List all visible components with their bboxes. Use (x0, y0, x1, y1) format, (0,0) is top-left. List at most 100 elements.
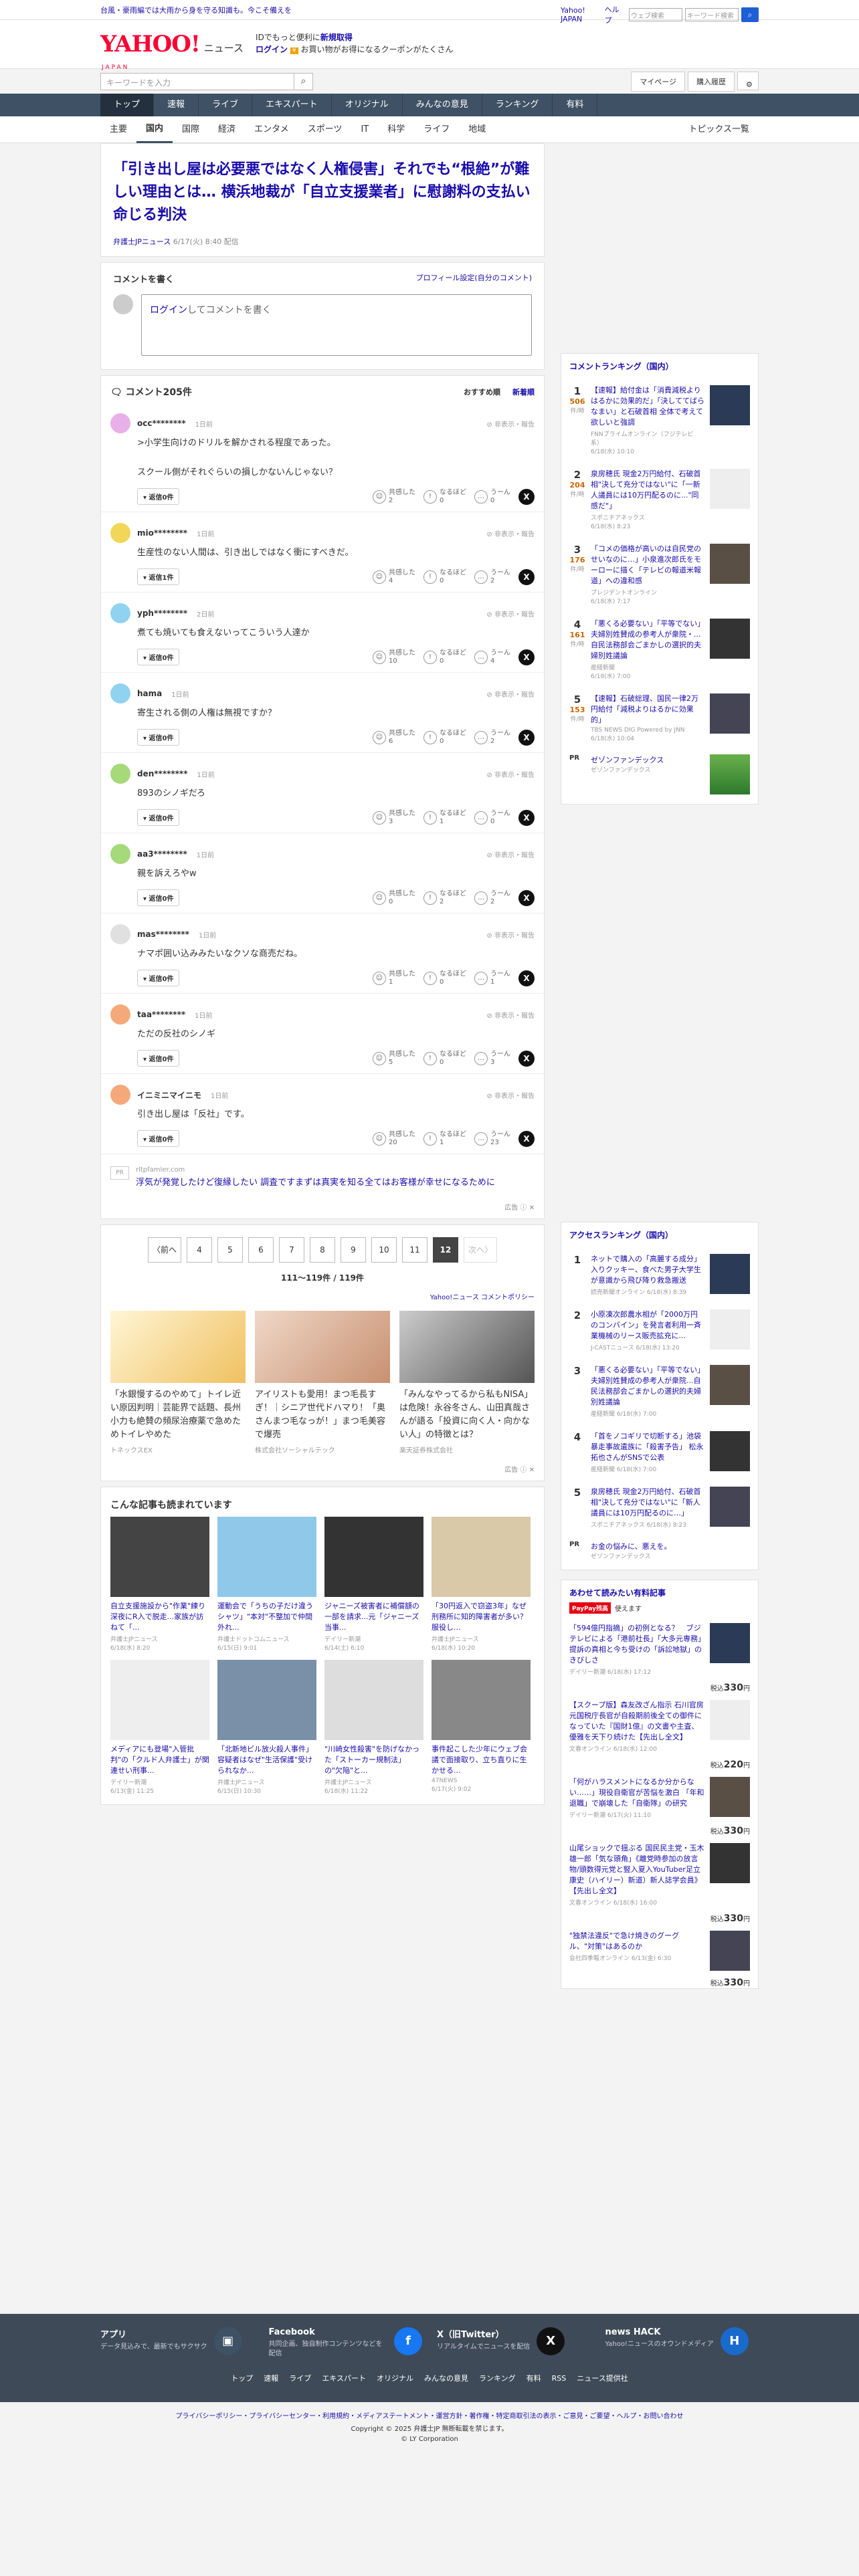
ranking-item[interactable]: 2 204 件/時 泉房穂氏 現金2万円給付、石破首相"決して充分ではない"に「一新人… (561, 462, 758, 537)
article-card[interactable]: 自立支援施設から"作業"練り深夜にR入で脱走...家族が訪ねて「... 弁護士JP… (110, 1517, 209, 1652)
ranking-item[interactable]: 4 161 件/時 「悪くる必要ない」「平等でない」夫婦別姓賛成の参考人が衆院・...… (561, 612, 758, 687)
footer-link[interactable]: トップ (231, 2374, 253, 2383)
legal-links[interactable]: プライバシーポリシー・プライバシーセンター・利用規約・メディアステートメント・運… (0, 2410, 859, 2420)
page-button[interactable]: 4 (187, 1237, 212, 1263)
page-button[interactable]: 8 (310, 1237, 335, 1263)
comment-policy-link[interactable]: Yahoo!ニュース コメントポリシー (101, 1289, 544, 1311)
mypage-button[interactable]: マイページ (631, 72, 685, 92)
footer-link[interactable]: ランキング (479, 2374, 516, 2383)
comment-author[interactable]: taa******** (137, 1010, 185, 1019)
ranking-title[interactable]: 小原凍次郎農水相が「2000万円のコンバイン」を発言者利用一斉業機械のリース販売… (591, 1309, 704, 1341)
reaction-understand-button[interactable]: ! なるほど 0 (423, 649, 466, 665)
access-ranking-item[interactable]: 2 小原凍次郎農水相が「2000万円のコンバイン」を発言者利用一斉業機械のリース販… (561, 1303, 758, 1358)
x-share-icon[interactable]: X (518, 970, 535, 986)
article-card-title[interactable]: 事件起こした少年にウェブ会議で面接取り、立ち直りに生かせる... (432, 1744, 531, 1776)
paid-article-item[interactable]: 「594億円指摘」の初例となる？ ブジテレビによる「港前社長」「大多元専務」提訴… (561, 1616, 758, 1683)
ad-title[interactable]: アイリストも愛用！まつ毛長すぎ！｜シニア世代ドハマり！「奥さんまつ毛なっが！」ま… (255, 1388, 390, 1442)
x-share-icon[interactable]: X (518, 488, 535, 505)
category-tab-1[interactable]: 国内 (136, 116, 173, 143)
article-card[interactable]: 事件起こした少年にウェブ会議で面接取り、立ち直りに生かせる... 47NEWS 6/… (432, 1660, 531, 1795)
category-tab-2[interactable]: 国際 (173, 116, 209, 143)
hide-report-link[interactable]: ⊘ 非表示・報告 (486, 419, 535, 429)
prev-page-button[interactable]: 〈前へ (147, 1237, 181, 1263)
paid-article-title[interactable]: 「594億円指摘」の初例となる？ ブジテレビによる「港前社長」「大多元専務」提訴… (569, 1623, 704, 1666)
yahoo-news-logo[interactable]: YAHOO! ニュース JAPAN (100, 31, 244, 71)
footer-link[interactable]: ライブ (289, 2374, 311, 2383)
page-button[interactable]: 9 (341, 1237, 366, 1263)
x-share-icon[interactable]: X (518, 1130, 535, 1147)
reaction-empathy-button[interactable]: ☺ 共感した 0 (373, 890, 415, 906)
x-share-icon[interactable]: X (518, 729, 535, 746)
reaction-understand-button[interactable]: ! なるほど 0 (423, 730, 466, 746)
reply-button[interactable]: ▾ 返信0件 (137, 729, 180, 746)
hide-report-link[interactable]: ⊘ 非表示・報告 (486, 689, 535, 699)
reaction-empathy-button[interactable]: ☺ 共感した 6 (373, 730, 415, 746)
footer-app-3[interactable]: news HACK Yahoo!ニュースのオウンドメディア H (605, 2327, 759, 2359)
hide-report-link[interactable]: ⊘ 非表示・報告 (486, 528, 535, 538)
reaction-hmm-button[interactable]: … うーん 2 (474, 569, 510, 585)
sort-recommended[interactable]: おすすめ順 (464, 387, 500, 397)
news-search-button[interactable]: ⌕ (294, 73, 313, 90)
footer-link[interactable]: 速報 (264, 2374, 278, 2383)
category-tab-0[interactable]: 主要 (100, 116, 136, 143)
reaction-empathy-button[interactable]: ☺ 共感した 20 (373, 1131, 415, 1147)
keyword-select[interactable]: キーワード検索 (685, 8, 739, 21)
category-tab-5[interactable]: スポーツ (298, 116, 352, 143)
reaction-empathy-button[interactable]: ☺ 共感した 2 (373, 489, 415, 505)
nav-tab-5[interactable]: みんなの意見 (403, 94, 482, 116)
article-card-title[interactable]: 自立支援施設から"作業"練り深夜にR入で脱走...家族が訪ねて「... (110, 1601, 209, 1633)
web-search-input[interactable]: ウェブ検索 (629, 8, 682, 21)
article-card[interactable]: "川崎女性殺害"を防げなかった「ストーカー規制法」の"欠陥"と... 弁護士JPニ… (324, 1660, 423, 1795)
reply-button[interactable]: ▾ 返信1件 (137, 568, 180, 585)
ad-item[interactable]: 「みんなやってるから私もNISA」は危険！永谷冬さん、山田真哉さんが語る「投資に… (399, 1311, 535, 1455)
comment-author[interactable]: den******** (137, 769, 187, 778)
reply-button[interactable]: ▾ 返信0件 (137, 809, 180, 826)
next-page-button[interactable]: 次へ〉 (464, 1237, 498, 1263)
article-card-title[interactable]: "川崎女性殺害"を防げなかった「ストーカー規制法」の"欠陥"と... (324, 1744, 423, 1776)
article-card-title[interactable]: メディアにも登場"入管批判"の「クルド人弁護士」が関連せい刑事... (110, 1744, 209, 1776)
ranking-title[interactable]: 「悪くる必要ない」「平等でない」夫婦別姓賛成の参考人が衆院・... 自民法務部会… (591, 619, 704, 661)
reaction-hmm-button[interactable]: … うーん 0 (474, 489, 510, 505)
footer-app-2[interactable]: X（旧Twitter） リアルタイムでニュースを配信 X (437, 2327, 591, 2359)
hide-report-link[interactable]: ⊘ 非表示・報告 (486, 849, 535, 859)
ad-title[interactable]: 「水銀慢するのやめて」トイレ近い原因判明｜芸能界で話題、長州小力も絶賛の頻尿治療… (110, 1388, 246, 1442)
ranking-title[interactable]: 【速報】石破総理、国民一律2万円給付「減税よりはるかに効果的」 (591, 693, 704, 726)
reaction-understand-button[interactable]: ! なるほど 0 (423, 970, 466, 986)
paid-article-title[interactable]: 山尾ショックで揺ぶる 国民民主党・玉木雄一郎「気な頭角」《離党時参加の放言物/頭… (569, 1843, 704, 1897)
reply-button[interactable]: ▾ 返信0件 (137, 649, 180, 665)
reaction-empathy-button[interactable]: ☺ 共感した 4 (373, 569, 415, 585)
reply-button[interactable]: ▾ 返信0件 (137, 1050, 180, 1067)
comment-author[interactable]: mio******** (137, 528, 187, 538)
reply-button[interactable]: ▾ 返信0件 (137, 970, 180, 986)
article-card[interactable]: 「北新地ビル放火殺人事件」容疑者はなぜ"生活保護"受けられなか... 弁護士JPニ… (217, 1660, 316, 1795)
reaction-hmm-button[interactable]: … うーん 2 (474, 730, 510, 746)
nav-tab-4[interactable]: オリジナル (332, 94, 403, 116)
access-ranking-item[interactable]: 5 泉房穂氏 現金2万円給付、石破首相"決して充分ではない"に「新人議員には10万… (561, 1480, 758, 1535)
ad-item[interactable]: アイリストも愛用！まつ毛長すぎ！｜シニア世代ドハマり！「奥さんまつ毛なっが！」ま… (255, 1311, 390, 1455)
paid-article-title[interactable]: 「何がハラスメントになるか分からない……」現役自衛官が苦悩を激白 「年和退職」で… (569, 1777, 704, 1809)
reaction-hmm-button[interactable]: … うーん 2 (474, 890, 510, 906)
page-button[interactable]: 6 (248, 1237, 274, 1263)
reaction-hmm-button[interactable]: … うーん 1 (474, 970, 510, 986)
footer-link[interactable]: RSS (552, 2374, 567, 2383)
paid-article-item[interactable]: 山尾ショックで揺ぶる 国民民主党・玉木雄一郎「気な頭角」《離党時参加の放言物/頭… (561, 1836, 758, 1913)
comment-textarea[interactable]: ログインしてコメントを書く (141, 294, 532, 356)
ranking-title[interactable]: 「首をノコギリで切断する」池袋暴走事故遺族に「殺害予告」 松永拓也さんがSNSで… (591, 1431, 704, 1463)
reply-button[interactable]: ▾ 返信0件 (137, 488, 180, 505)
hide-report-link[interactable]: ⊘ 非表示・報告 (486, 930, 535, 940)
paid-article-item[interactable]: 【スクープ版】森友改ざん指示 石川官房元国税庁長官が自殺期前後全ての御件になって… (561, 1693, 758, 1759)
hide-report-link[interactable]: ⊘ 非表示・報告 (486, 609, 535, 619)
reaction-hmm-button[interactable]: … うーん 23 (474, 1131, 510, 1147)
ranking-item[interactable]: 1 506 件/時 【速報】給付金は「消費減税よりはるかに効果的だ」「決しててばらなま… (561, 379, 758, 462)
paid-article-title[interactable]: "独禁法違反"で急け焼きのグーグル、"対策"はあるのか (569, 1931, 704, 1952)
reaction-hmm-button[interactable]: … うーん 4 (474, 649, 510, 665)
ranking-title[interactable]: 泉房穂氏 現金2万円給付、石破首相"決して充分ではない"に「新人議員には10万円… (591, 1487, 704, 1519)
comment-login-link[interactable]: ログイン (150, 305, 187, 316)
login-link[interactable]: ログイン (256, 45, 288, 54)
nav-tab-1[interactable]: 速報 (154, 94, 199, 116)
category-tab-4[interactable]: エンタメ (245, 116, 298, 143)
ad-item[interactable]: 「水銀慢するのやめて」トイレ近い原因判明｜芸能界で話題、長州小力も絶賛の頻尿治療… (110, 1311, 246, 1455)
ranking-item[interactable]: 5 153 件/時 【速報】石破総理、国民一律2万円給付「減税よりはるかに効果的」 TB… (561, 687, 758, 749)
comment-author[interactable]: yph******** (137, 609, 187, 618)
footer-link[interactable]: エキスパート (322, 2374, 366, 2383)
